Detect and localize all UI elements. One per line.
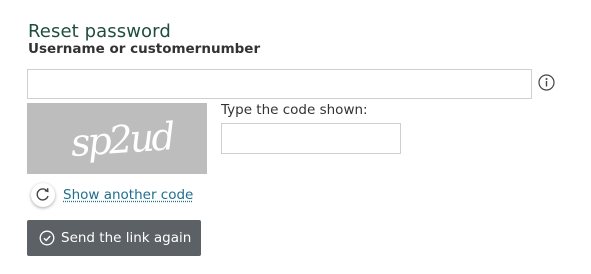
captcha-text: sp2ud	[69, 114, 175, 165]
code-label: Type the code shown:	[221, 102, 368, 118]
username-label: Username or customernumber	[28, 41, 261, 57]
captcha-image: sp2ud	[27, 103, 207, 174]
send-link-button-label: Send the link again	[61, 230, 192, 246]
info-icon[interactable]	[538, 74, 555, 91]
refresh-icon[interactable]	[31, 183, 55, 207]
show-another-code-link[interactable]: Show another code	[63, 187, 193, 203]
check-circle-icon	[39, 230, 55, 246]
page-title: Reset password	[28, 21, 171, 43]
captcha-code-input[interactable]	[221, 123, 401, 154]
send-link-button[interactable]: Send the link again	[27, 220, 201, 256]
username-input[interactable]	[27, 69, 532, 99]
